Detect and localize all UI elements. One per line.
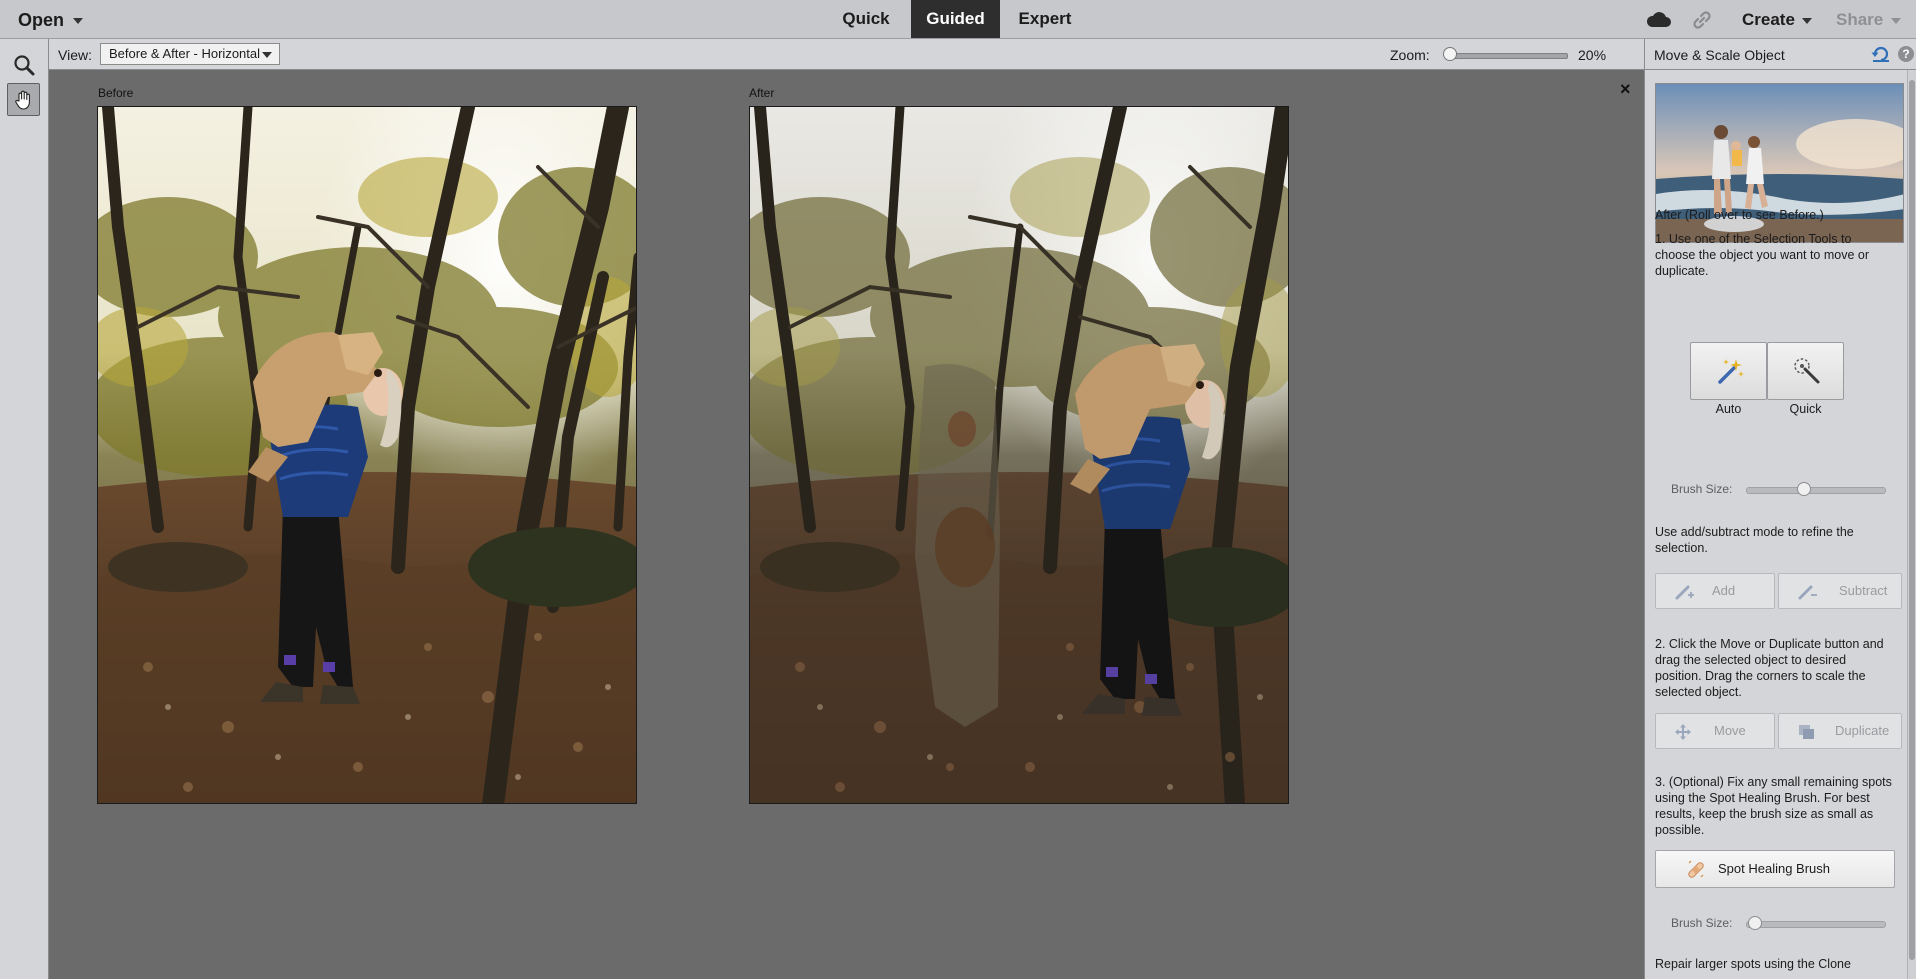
add-button-label: Add bbox=[1712, 583, 1736, 598]
create-dropdown-caret-icon[interactable] bbox=[1802, 18, 1812, 24]
zoom-tool[interactable] bbox=[7, 48, 40, 81]
chevron-down-icon bbox=[262, 52, 272, 58]
subtract-button-label: Subtract bbox=[1839, 583, 1888, 598]
step3-text: 3. (Optional) Fix any small remaining sp… bbox=[1655, 775, 1892, 837]
before-image bbox=[97, 106, 637, 804]
zoom-slider[interactable] bbox=[1446, 53, 1568, 59]
panel-header: Move & Scale Object ? bbox=[1645, 39, 1916, 70]
panel-scrollbar[interactable] bbox=[1907, 70, 1916, 979]
canvas-area: Before After × bbox=[49, 70, 1644, 979]
step1-text: 1. Use one of the Selection Tools to cho… bbox=[1655, 232, 1870, 278]
create-button[interactable]: Create bbox=[1742, 10, 1795, 30]
brush-add-icon bbox=[1675, 585, 1694, 600]
spot-brush-size-slider-thumb[interactable] bbox=[1748, 916, 1762, 930]
magic-wand-icon bbox=[1718, 359, 1744, 384]
view-select[interactable]: Before & After - Horizontal bbox=[100, 43, 280, 65]
share-button[interactable]: Share bbox=[1836, 10, 1883, 30]
clone-text: Repair larger spots using the Clone bbox=[1655, 957, 1851, 971]
brush-subtract-icon bbox=[1798, 585, 1817, 600]
brush-size-slider[interactable] bbox=[1746, 487, 1886, 494]
brush-size-label: Brush Size: bbox=[1671, 482, 1733, 496]
step2-text: 2. Click the Move or Duplicate button an… bbox=[1655, 637, 1884, 699]
quick-label: Quick bbox=[1789, 402, 1822, 416]
cloud-icon[interactable] bbox=[1646, 10, 1672, 28]
tool-column bbox=[0, 39, 49, 979]
move-button[interactable]: Move bbox=[1655, 713, 1775, 749]
tab-quick[interactable]: Quick bbox=[830, 0, 902, 38]
duplicate-icon bbox=[1799, 725, 1814, 739]
tab-guided[interactable]: Guided bbox=[911, 0, 1000, 38]
spot-brush-size-slider[interactable] bbox=[1746, 921, 1886, 928]
open-button[interactable]: Open bbox=[18, 10, 64, 31]
before-label: Before bbox=[98, 86, 134, 100]
hand-icon bbox=[15, 90, 30, 110]
move-button-label: Move bbox=[1714, 723, 1746, 738]
quick-selection-button[interactable] bbox=[1767, 342, 1844, 400]
quick-selection-brush-icon bbox=[1794, 358, 1820, 384]
reset-icon[interactable] bbox=[1871, 45, 1891, 63]
brush-size-slider-thumb[interactable] bbox=[1797, 482, 1811, 496]
bandage-icon bbox=[1688, 860, 1704, 878]
zoom-label: Zoom: bbox=[1390, 47, 1430, 63]
view-label: View: bbox=[58, 47, 92, 63]
after-label: After bbox=[749, 86, 775, 100]
help-icon[interactable]: ? bbox=[1898, 46, 1914, 62]
guided-panel: Move & Scale Object ? After (Roll over t… bbox=[1644, 39, 1916, 979]
open-dropdown-caret-icon[interactable] bbox=[73, 18, 83, 24]
after-image bbox=[749, 106, 1289, 804]
add-button[interactable]: Add bbox=[1655, 573, 1775, 609]
share-dropdown-caret-icon[interactable] bbox=[1891, 18, 1901, 24]
subtract-button[interactable]: Subtract bbox=[1778, 573, 1902, 609]
close-icon[interactable]: × bbox=[1620, 79, 1631, 100]
zoom-value: 20% bbox=[1578, 47, 1607, 63]
duplicate-button-label: Duplicate bbox=[1835, 723, 1890, 738]
auto-label: Auto bbox=[1715, 402, 1742, 416]
spot-healing-brush-button[interactable]: Spot Healing Brush bbox=[1655, 850, 1895, 888]
zoom-slider-thumb[interactable] bbox=[1443, 47, 1457, 61]
preview-caption: After (Roll over to see Before.) bbox=[1655, 208, 1824, 222]
tab-expert[interactable]: Expert bbox=[1008, 0, 1082, 38]
top-bar: Open Quick Guided Expert Create Share bbox=[0, 0, 1916, 39]
options-bar: View: Before & After - Horizontal Zoom: … bbox=[49, 39, 1644, 70]
hand-tool[interactable] bbox=[7, 83, 40, 116]
link-icon[interactable] bbox=[1691, 9, 1713, 31]
auto-selection-button[interactable] bbox=[1690, 342, 1767, 400]
magnifier-icon bbox=[14, 55, 35, 76]
refine-text: Use add/subtract mode to refine the sele… bbox=[1655, 525, 1854, 555]
move-arrows-icon bbox=[1675, 724, 1691, 740]
spot-healing-brush-label: Spot Healing Brush bbox=[1718, 861, 1831, 876]
panel-scrollbar-thumb[interactable] bbox=[1909, 80, 1915, 960]
duplicate-button[interactable]: Duplicate bbox=[1778, 713, 1902, 749]
panel-title: Move & Scale Object bbox=[1654, 47, 1785, 63]
brush-size-label-2: Brush Size: bbox=[1671, 916, 1733, 930]
view-select-value: Before & After - Horizontal bbox=[109, 46, 261, 61]
